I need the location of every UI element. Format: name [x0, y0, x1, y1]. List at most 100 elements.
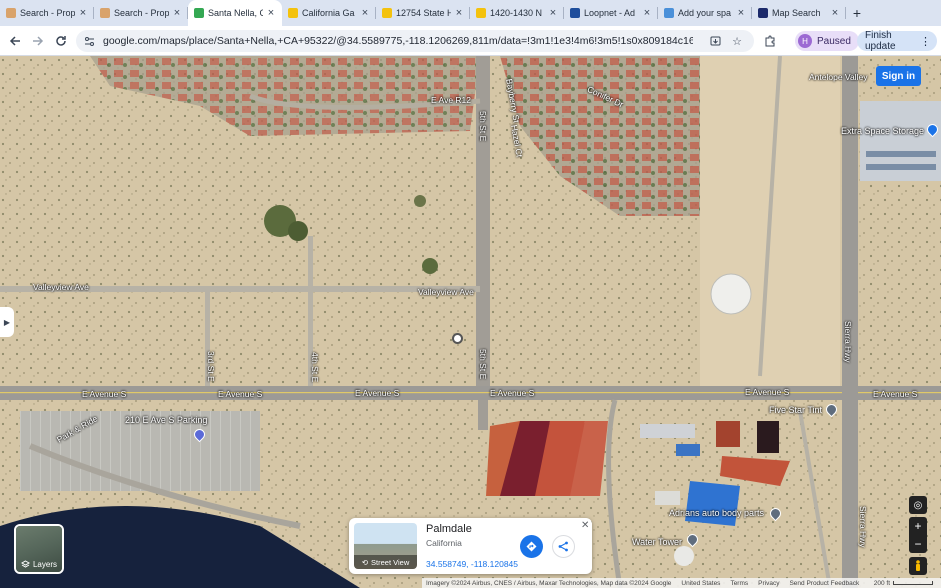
zoom-in-button[interactable]: + — [909, 517, 927, 535]
extensions-button[interactable] — [762, 33, 778, 49]
tab-title: Search - Prop — [114, 8, 169, 18]
scale-bar — [893, 581, 933, 585]
tab-title: 12754 State H — [396, 8, 451, 18]
browser-tab[interactable]: Map Search × — [752, 0, 846, 26]
reload-button[interactable] — [49, 29, 73, 53]
tab-title: Map Search — [772, 8, 821, 18]
my-location-button[interactable]: ◎ — [909, 496, 927, 514]
place-name[interactable]: Palmdale — [426, 523, 472, 535]
layers-label-row: Layers — [16, 560, 62, 569]
browser-tab[interactable]: Search - Prop × — [0, 0, 94, 26]
tab-title: 1420-1430 N — [490, 8, 543, 18]
url-text[interactable]: google.com/maps/place/Santa+Nella,+CA+95… — [103, 35, 693, 47]
browser-tab[interactable]: Santa Nella, C × — [188, 0, 282, 26]
close-icon[interactable]: ✕ — [581, 520, 589, 531]
close-tab-icon[interactable]: × — [360, 7, 370, 19]
close-tab-icon[interactable]: × — [266, 7, 276, 19]
loopnet-icon — [570, 8, 580, 18]
browser-tab[interactable]: Add your spa × — [658, 0, 752, 26]
expand-side-panel-button[interactable]: ▶ — [0, 307, 14, 337]
google-maps-icon — [194, 8, 204, 18]
bookmark-button[interactable]: ☆ — [727, 31, 747, 51]
sign-in-button[interactable]: Sign in — [876, 66, 921, 86]
zoom-out-button[interactable]: − — [909, 535, 927, 553]
road-label-e-avenue-s: E Avenue S — [873, 389, 918, 399]
browser-tab[interactable]: 1420-1430 N × — [470, 0, 564, 26]
zoom-controls: + − — [909, 517, 927, 553]
close-tab-icon[interactable]: × — [736, 7, 746, 19]
tab-title: Loopnet - Ad — [584, 8, 636, 18]
region-link[interactable]: United States — [681, 580, 720, 587]
scale-label: 200 ft — [873, 579, 890, 587]
layers-icon — [20, 560, 30, 568]
finish-update-button[interactable]: Finish update ⋮ — [857, 30, 937, 52]
road-label-e-avenue-s: E Avenue S — [218, 389, 263, 399]
layers-button[interactable]: Layers — [14, 524, 64, 574]
crexi-icon — [100, 8, 110, 18]
street-view-label: Street View — [371, 557, 410, 567]
install-app-button[interactable] — [705, 31, 725, 51]
pegman-button[interactable] — [909, 557, 927, 575]
tabs-container: Search - Prop × Search - Prop × Santa Nella,… — [0, 0, 846, 26]
map-search-icon — [758, 8, 768, 18]
install-icon — [710, 36, 720, 45]
satellite-imagery — [0, 56, 941, 588]
road-label-valleyview-ave: Valleyview Ave — [33, 282, 89, 292]
crexi-icon — [6, 8, 16, 18]
feedback-link[interactable]: Send Product Feedback — [789, 580, 859, 587]
poi-five-star-tint[interactable]: Five Star Tint — [769, 405, 822, 415]
poi-adrians-auto-body[interactable]: Adrians auto body parts — [669, 508, 764, 518]
road-label-e-avenue-s: E Avenue S — [490, 388, 535, 398]
more-menu-icon[interactable]: ⋮ — [920, 35, 931, 48]
s-logo-icon — [476, 8, 486, 18]
close-tab-icon[interactable]: × — [642, 7, 652, 19]
tab-separator — [845, 7, 846, 19]
browser-tab[interactable]: 12754 State H × — [376, 0, 470, 26]
directions-button[interactable] — [520, 535, 543, 558]
back-button[interactable] — [3, 29, 27, 53]
tab-title: California Ga — [302, 8, 355, 18]
dropped-pin-icon[interactable] — [452, 333, 463, 344]
browser-tab[interactable]: Search - Prop × — [94, 0, 188, 26]
road-label-e-avenue-s: E Avenue S — [355, 388, 400, 398]
profile-chip[interactable]: H Paused — [795, 31, 859, 51]
directions-icon — [526, 541, 537, 552]
poi-extra-space-storage[interactable]: Extra Space Storage — [841, 126, 924, 136]
close-tab-icon[interactable]: × — [548, 7, 558, 19]
tab-strip: Search - Prop × Search - Prop × Santa Nella,… — [0, 0, 941, 26]
close-tab-icon[interactable]: × — [830, 7, 840, 19]
share-button[interactable] — [552, 535, 575, 558]
road-label-5th-st-e: 5th St E — [478, 111, 488, 142]
puzzle-icon — [765, 35, 775, 47]
street-view-icon: ⟲ — [361, 557, 369, 567]
scale-indicator[interactable]: 200 ft — [874, 580, 933, 587]
street-view-thumbnail[interactable]: ⟲ Street View — [354, 523, 417, 569]
map-canvas[interactable]: E Ave R12 Valleyview Ave Valleyview Ave … — [0, 56, 941, 588]
new-tab-button[interactable]: + — [846, 0, 868, 26]
browser-tab[interactable]: California Ga × — [282, 0, 376, 26]
close-tab-icon[interactable]: × — [454, 7, 464, 19]
address-bar[interactable]: google.com/maps/place/Santa+Nella,+CA+95… — [76, 30, 754, 52]
site-settings-icon[interactable] — [84, 36, 95, 47]
place-coordinates[interactable]: 34.558749, -118.120845 — [426, 559, 518, 569]
tab-title: Santa Nella, C — [208, 8, 263, 18]
tab-title: Search - Prop — [20, 8, 75, 18]
imagery-credit: Imagery ©2024 Airbus, CNES / Airbus, Max… — [426, 579, 672, 587]
close-tab-icon[interactable]: × — [172, 7, 182, 19]
s-logo-icon — [382, 8, 392, 18]
chevron-right-icon: ▶ — [3, 317, 11, 327]
poi-park-ride-parking[interactable]: 210 E Ave S Parking — [125, 415, 207, 425]
s-logo-icon — [288, 8, 298, 18]
privacy-link[interactable]: Privacy — [758, 580, 779, 587]
road-label-sierra-hwy: Sierra Hwy — [843, 321, 853, 363]
poi-water-tower[interactable]: Water Tower — [632, 537, 682, 547]
avatar: H — [798, 34, 812, 48]
finish-update-label: Finish update — [865, 30, 896, 52]
terms-link[interactable]: Terms — [730, 580, 748, 587]
crosshair-icon: ◎ — [913, 499, 923, 511]
place-card[interactable]: ⟲ Street View Palmdale California 34.558… — [349, 518, 592, 574]
road-label-sierra-hwy: Sierra Hwy — [858, 506, 868, 548]
close-tab-icon[interactable]: × — [78, 7, 88, 19]
browser-tab[interactable]: Loopnet - Ad × — [564, 0, 658, 26]
forward-button[interactable] — [26, 29, 50, 53]
